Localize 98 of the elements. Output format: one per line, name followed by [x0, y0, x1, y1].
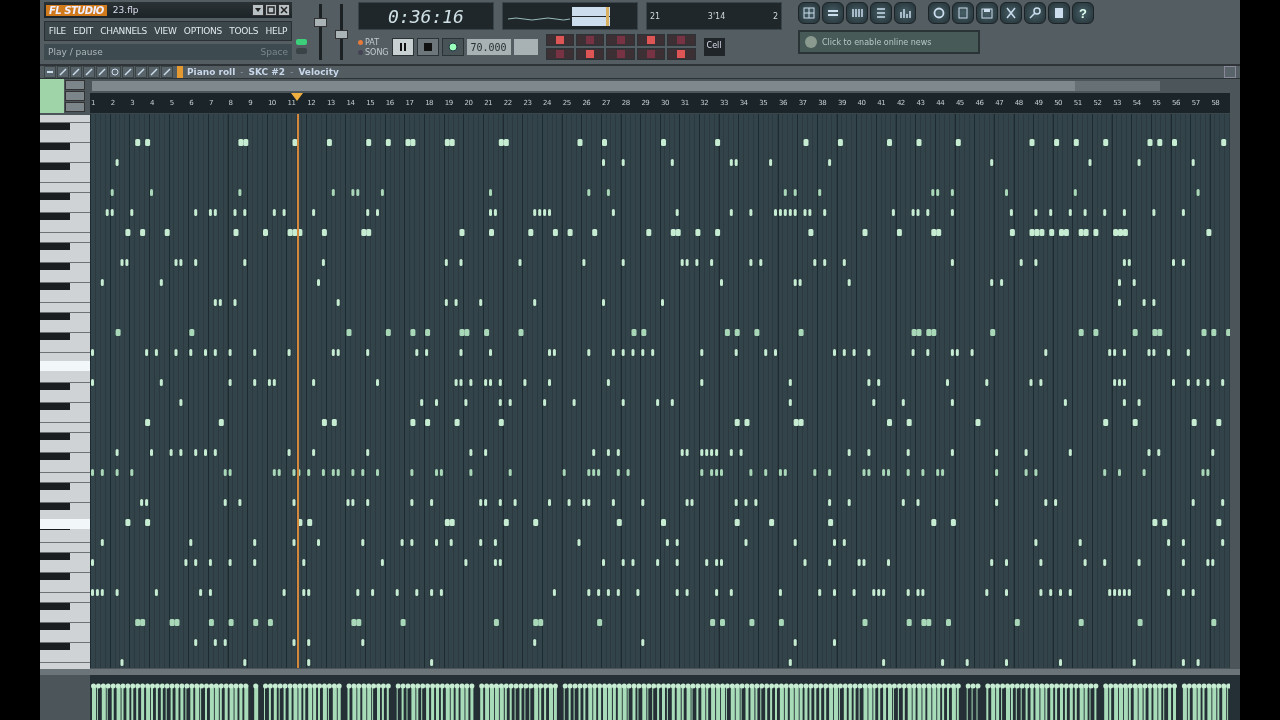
toggle-button[interactable] — [636, 48, 666, 60]
status-led — [296, 39, 307, 45]
status-led — [296, 48, 307, 54]
toolbar-button[interactable] — [894, 2, 916, 24]
square-icon — [555, 50, 564, 58]
menu-item[interactable]: HELP — [265, 26, 288, 36]
velocity-drawing[interactable] — [90, 681, 1230, 720]
separator-text: - — [290, 67, 294, 77]
maximize-button[interactable] — [265, 4, 277, 16]
target-name[interactable]: Velocity — [298, 67, 339, 77]
minus-icon — [46, 68, 54, 76]
separator-text: - — [240, 67, 244, 77]
toggle-button[interactable] — [606, 34, 635, 46]
toolbar-button[interactable] — [952, 2, 974, 24]
toolbar-button[interactable] — [870, 2, 892, 24]
polyphony-text: 2 — [772, 11, 778, 21]
page-icon — [1052, 6, 1066, 20]
toggle-button[interactable] — [545, 48, 574, 60]
menu-button[interactable] — [65, 102, 85, 112]
velocity-panel — [40, 675, 90, 720]
color-swatch — [40, 79, 64, 113]
menu-item[interactable]: OPTIONS — [183, 26, 222, 36]
toggle-button[interactable] — [575, 34, 605, 46]
slider-thumb[interactable] — [335, 30, 348, 40]
pattern-field[interactable] — [513, 39, 538, 55]
globe-icon — [804, 35, 818, 49]
memory-text: 3'14 — [707, 11, 726, 21]
toolbar-button[interactable] — [798, 2, 820, 24]
square-icon — [677, 50, 686, 58]
mode-led — [358, 39, 363, 45]
stop-button[interactable] — [416, 38, 439, 56]
tempo-field[interactable]: 70.000 — [466, 39, 511, 55]
minimize-button[interactable] — [252, 4, 264, 16]
menu-item[interactable]: FILE — [48, 26, 66, 36]
hint-text: Play / pause — [48, 47, 103, 57]
news-text: Click to enable online news — [822, 37, 932, 47]
toolbar-button[interactable] — [822, 2, 844, 24]
playhead-line[interactable] — [297, 114, 300, 668]
toggle-button[interactable] — [636, 34, 666, 46]
news-field[interactable]: Click to enable online news — [798, 30, 980, 54]
zoom-button[interactable] — [65, 80, 85, 90]
toggle-button[interactable] — [575, 48, 605, 60]
chart-icon — [898, 6, 912, 20]
document-icon — [956, 6, 970, 20]
menu-item[interactable]: EDIT — [73, 26, 93, 36]
square-icon — [555, 36, 564, 44]
lines-icon — [874, 6, 888, 20]
piano-roll-title: Piano roll — [187, 67, 236, 77]
playhead-marker[interactable] — [291, 93, 304, 101]
stretch-button[interactable] — [65, 91, 85, 101]
toggle-button[interactable] — [545, 34, 574, 46]
toolbar-button[interactable] — [928, 2, 950, 24]
pause-button[interactable] — [391, 38, 414, 56]
toolbar-button[interactable] — [1000, 2, 1022, 24]
close-button[interactable] — [278, 4, 290, 16]
toggle-button[interactable] — [606, 48, 635, 60]
square-icon — [586, 36, 595, 44]
square-icon — [586, 50, 595, 58]
stop-icon — [423, 43, 432, 51]
grid-icon — [802, 6, 816, 20]
tool-button[interactable] — [109, 66, 121, 78]
mode-led — [358, 49, 363, 55]
square-icon — [677, 36, 686, 44]
app-logo: FL STUDIO — [46, 4, 107, 16]
pause-icon — [398, 43, 407, 51]
tool-button[interactable] — [44, 66, 56, 78]
snap-dropdown[interactable]: Cell — [703, 38, 725, 56]
file-name: 23.flp — [112, 5, 140, 15]
toolbar-button[interactable] — [1024, 2, 1046, 24]
cpu-text: 21 — [650, 11, 661, 21]
shortcut-text: Space — [260, 47, 288, 57]
scissors-icon — [1004, 6, 1018, 20]
piano-keyboard-drawing[interactable] — [40, 115, 90, 669]
circle-icon — [111, 68, 119, 76]
close-icon — [279, 5, 289, 15]
time-text: 0:36:16 — [388, 5, 464, 27]
menu-item[interactable]: TOOLS — [229, 26, 259, 36]
record-icon — [447, 42, 458, 52]
toggle-button[interactable] — [667, 34, 696, 46]
mode-label[interactable]: SONG — [365, 47, 389, 57]
menu-item[interactable]: VIEW — [154, 26, 177, 36]
toolbar-button[interactable] — [1048, 2, 1070, 24]
slider-thumb[interactable] — [314, 18, 327, 28]
mode-label[interactable]: PAT — [365, 37, 380, 47]
channel-name[interactable]: SKC #2 — [248, 67, 286, 77]
square-icon — [646, 36, 655, 44]
toggle-button[interactable] — [667, 48, 696, 60]
square-icon — [616, 36, 625, 44]
square-icon — [616, 50, 625, 58]
help-button[interactable]: ? — [1072, 2, 1094, 24]
record-button[interactable] — [441, 38, 464, 56]
square-icon — [266, 5, 276, 15]
toolbar-button[interactable] — [846, 2, 868, 24]
square-icon — [646, 50, 655, 58]
handle-icon[interactable] — [177, 66, 183, 78]
menu-item[interactable]: CHANNELS — [100, 26, 147, 36]
toolbar-button[interactable] — [976, 2, 998, 24]
keys-icon — [850, 6, 864, 20]
